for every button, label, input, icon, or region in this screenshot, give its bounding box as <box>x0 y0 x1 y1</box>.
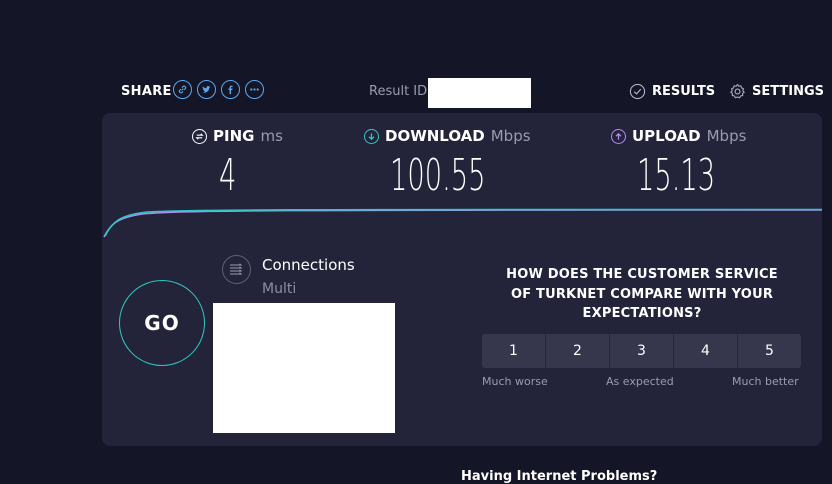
ping-label: PING <box>213 127 255 145</box>
go-button[interactable]: GO <box>119 280 205 366</box>
ping-value: 4 <box>219 150 237 201</box>
settings-label: SETTINGS <box>752 84 825 99</box>
results-link[interactable]: RESULTS <box>629 83 715 100</box>
ping-unit: ms <box>260 127 283 145</box>
download-header: DOWNLOAD Mbps <box>364 127 531 145</box>
twitter-icon[interactable] <box>197 80 216 99</box>
speed-graph <box>103 208 822 238</box>
results-label: RESULTS <box>652 84 716 99</box>
upload-icon <box>611 128 626 144</box>
link-icon[interactable] <box>173 80 192 99</box>
rating-option-4[interactable]: 4 <box>674 334 737 368</box>
share-label: SHARE <box>121 84 172 99</box>
settings-link[interactable]: SETTINGS <box>729 83 824 100</box>
share-icons <box>173 80 264 99</box>
rating-option-1[interactable]: 1 <box>482 334 545 368</box>
download-unit: Mbps <box>490 127 531 145</box>
scale-mid-label: As expected <box>606 375 674 388</box>
more-icon[interactable] <box>245 80 264 99</box>
download-icon <box>364 128 379 144</box>
connections-title: Connections <box>262 256 355 274</box>
download-graph-line <box>104 208 822 237</box>
scale-low-label: Much worse <box>482 375 548 388</box>
ping-header: PING ms <box>192 127 283 145</box>
rating-option-3[interactable]: 3 <box>610 334 673 368</box>
connections-mode[interactable]: Multi <box>262 281 296 297</box>
facebook-icon[interactable] <box>221 80 240 99</box>
download-label: DOWNLOAD <box>385 127 485 145</box>
result-id-label: Result ID <box>369 84 428 99</box>
server-info-box <box>213 303 395 433</box>
survey-question: HOW DOES THE CUSTOMER SERVICE OF TURKNET… <box>506 267 778 321</box>
upload-unit: Mbps <box>706 127 747 145</box>
upload-label: UPLOAD <box>632 127 701 145</box>
check-circle-icon <box>629 83 646 100</box>
ping-icon <box>192 128 207 144</box>
rating-scale: 1 2 3 4 5 <box>482 334 801 368</box>
rating-option-5[interactable]: 5 <box>738 334 801 368</box>
rating-option-2[interactable]: 2 <box>546 334 609 368</box>
upload-graph-line <box>103 209 822 238</box>
upload-value: 15.13 <box>637 150 716 201</box>
upload-header: UPLOAD Mbps <box>611 127 746 145</box>
result-id-value[interactable] <box>428 78 531 108</box>
gear-icon <box>730 83 745 99</box>
connections-icon[interactable] <box>222 255 251 284</box>
download-value: 100.55 <box>390 150 486 201</box>
internet-problems-link[interactable]: Having Internet Problems? <box>461 469 657 484</box>
scale-high-label: Much better <box>732 375 799 388</box>
